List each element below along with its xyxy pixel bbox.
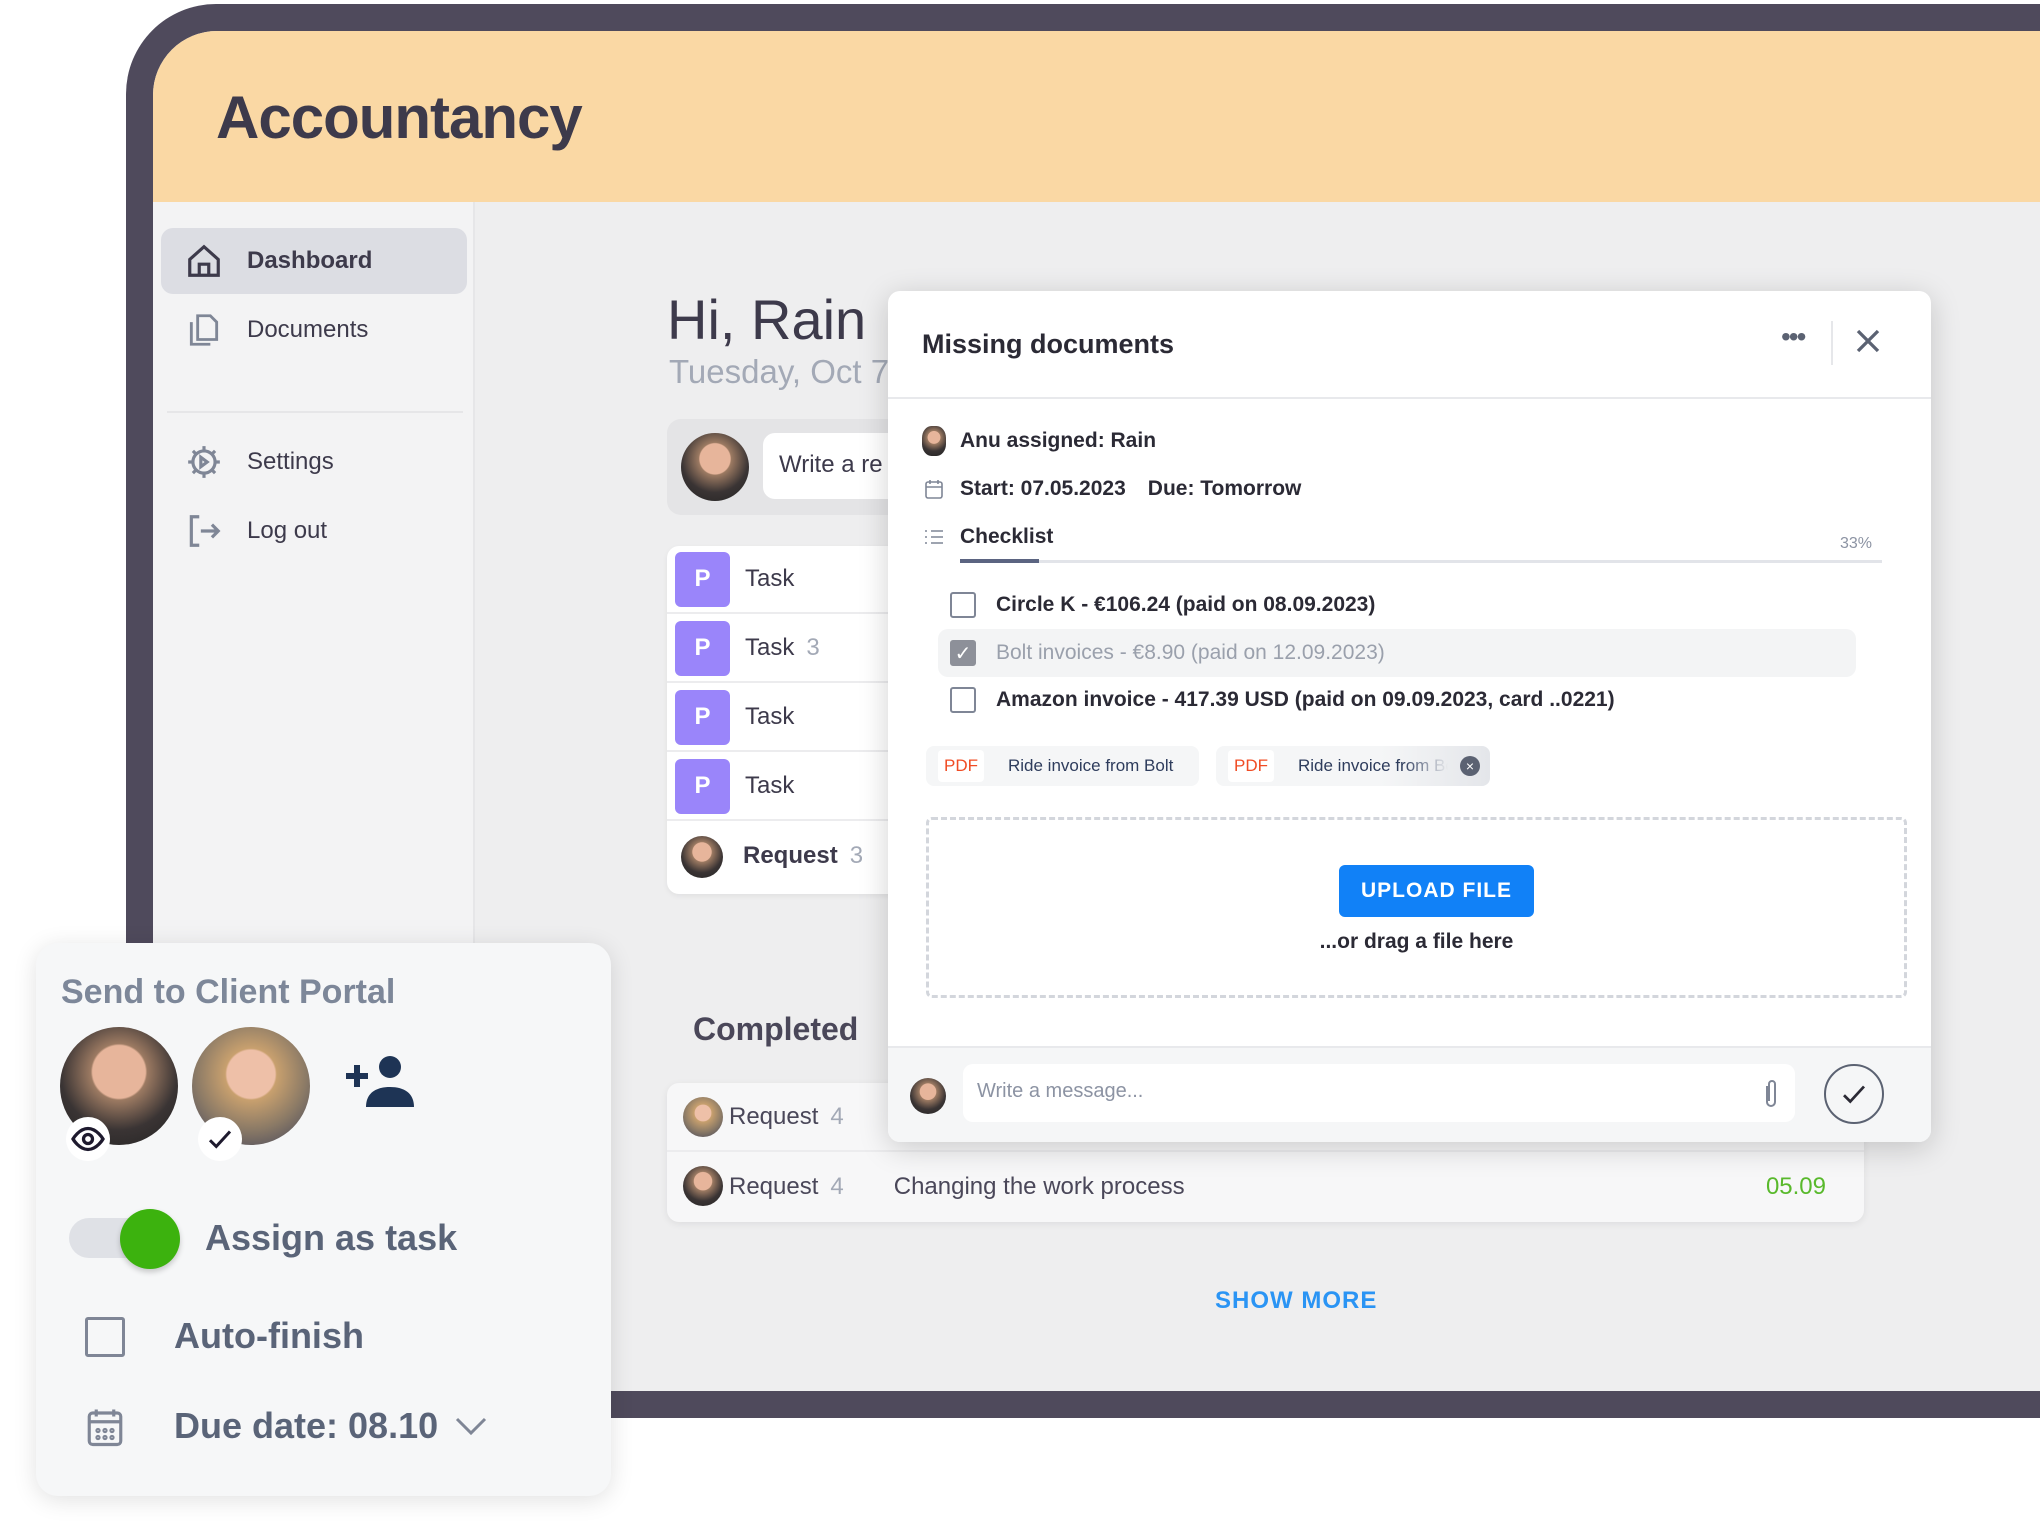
due-date: Due: Tomorrow — [1147, 477, 1302, 500]
header-divider — [1831, 321, 1833, 365]
greeting: Hi, Rain — [667, 288, 867, 351]
checklist-item-text: Circle K - €106.24 (paid on 08.09.2023) — [996, 593, 1376, 616]
check-icon — [198, 1117, 242, 1161]
more-options-icon[interactable]: ••• — [1781, 321, 1806, 353]
sidebar-item-logout[interactable]: Log out — [161, 498, 467, 564]
missing-documents-modal: Missing documents ••• Anu assigned: Rain… — [888, 291, 1931, 1142]
home-icon — [188, 244, 220, 277]
current-date: Tuesday, Oct 7 — [669, 353, 890, 390]
complete-button[interactable] — [1824, 1064, 1884, 1124]
request-count: 4 — [830, 1172, 844, 1200]
app-title: Accountancy — [216, 84, 583, 151]
upload-file-button[interactable]: UPLOAD FILE — [1339, 865, 1534, 917]
checklist-item-text: Amazon invoice - 417.39 USD (paid on 09.… — [996, 688, 1615, 711]
avatar — [683, 1097, 723, 1137]
message-placeholder: Write a message... — [977, 1080, 1144, 1102]
checklist-item-text: Bolt invoices - €8.90 (paid on 12.09.202… — [996, 641, 1385, 664]
close-icon[interactable] — [1848, 321, 1888, 361]
project-badge: P — [675, 689, 730, 745]
pdf-label: PDF — [938, 750, 984, 782]
avatar — [681, 433, 749, 501]
modal-divider — [888, 397, 1931, 399]
attachment-name: Ride invoice from Bolt — [1008, 756, 1174, 775]
checklist-icon — [925, 530, 943, 544]
client-portal-panel: Send to Client Portal Assign as task Aut… — [36, 943, 611, 1496]
sidebar-item-settings[interactable]: Settings — [161, 429, 467, 495]
task-count: 3 — [806, 634, 820, 661]
dates-info: Start: 07.05.2023 Due: Tomorrow — [922, 476, 1301, 502]
request-count: 3 — [849, 842, 864, 869]
logout-icon — [189, 515, 221, 547]
checkbox[interactable] — [950, 592, 976, 618]
attachment-chip[interactable]: PDF Ride invoice from Bolt — [926, 746, 1199, 786]
auto-finish-checkbox[interactable] — [85, 1317, 125, 1357]
avatar — [910, 1078, 946, 1114]
assigner-avatar — [922, 426, 946, 456]
request-label: Request — [729, 1172, 819, 1200]
checklist-progress-text: 33% — [1840, 535, 1873, 552]
pdf-label: PDF — [1228, 750, 1274, 782]
assignment-info: Anu assigned: Rain — [922, 426, 1156, 456]
add-person-icon[interactable] — [346, 1055, 416, 1107]
checklist-label: Checklist — [960, 525, 1054, 548]
checkbox[interactable] — [950, 687, 976, 713]
calendar-icon — [925, 480, 943, 499]
task-label: Task — [745, 634, 795, 661]
drag-hint: ...or drag a file here — [1319, 930, 1514, 953]
completed-row[interactable]: Request 4 Changing the work process 05.09 — [667, 1152, 1864, 1221]
show-more-button[interactable]: SHOW MORE — [1215, 1287, 1377, 1315]
request-label: Request — [729, 1102, 819, 1130]
task-label: Task — [745, 703, 795, 730]
sidebar-item-label: Settings — [247, 448, 334, 475]
due-date-select[interactable]: Due date: 08.10 — [174, 1405, 438, 1447]
checkbox-checked[interactable]: ✓ — [950, 640, 976, 666]
request-date: 05.09 — [1765, 1172, 1826, 1200]
auto-finish-label: Auto-finish — [174, 1315, 364, 1356]
gear-icon — [188, 446, 220, 478]
assign-task-label: Assign as task — [205, 1217, 458, 1258]
completed-heading[interactable]: Completed — [693, 1011, 858, 1048]
modal-title: Missing documents — [922, 329, 1175, 359]
request-title: Changing the work process — [893, 1172, 1185, 1200]
checklist-progress-bar — [960, 559, 1882, 563]
file-dropzone[interactable]: UPLOAD FILE ...or drag a file here — [926, 817, 1907, 998]
task-label: Task — [745, 772, 795, 799]
project-badge: P — [675, 758, 730, 814]
paperclip-icon[interactable] — [1759, 1078, 1783, 1110]
progress-fill — [960, 559, 1039, 563]
assigned-text: Anu assigned: Rain — [960, 429, 1157, 452]
remove-attachment-icon[interactable]: × — [1460, 756, 1480, 776]
toggle-knob[interactable] — [120, 1209, 180, 1269]
app-header: Accountancy — [153, 31, 2040, 202]
documents-icon — [189, 314, 219, 346]
sidebar-divider — [167, 411, 463, 413]
check-icon — [1843, 1085, 1866, 1104]
request-count: 4 — [830, 1102, 844, 1130]
avatar — [681, 836, 723, 878]
start-date: Start: 07.05.2023 — [960, 477, 1126, 500]
message-footer: Write a message... — [888, 1046, 1931, 1142]
panel-title: Send to Client Portal — [61, 973, 396, 1011]
request-label: Request — [743, 842, 838, 869]
checklist-item[interactable]: ✓ Bolt invoices - €8.90 (paid on 12.09.20… — [938, 629, 1856, 677]
calendar-icon — [87, 1409, 123, 1447]
chevron-down-icon[interactable] — [454, 1415, 488, 1437]
sidebar-item-label: Documents — [247, 316, 369, 343]
task-label: Task — [745, 565, 795, 592]
sidebar-item-label: Dashboard — [247, 247, 373, 274]
sidebar-item-dashboard[interactable]: Dashboard — [161, 228, 467, 294]
sidebar-item-documents[interactable]: Documents — [161, 297, 467, 363]
attachment-name: Ride invoice from Bolt — [1298, 756, 1448, 775]
eye-icon — [66, 1117, 110, 1161]
project-badge: P — [675, 551, 730, 607]
checklist-header: Checklist — [922, 524, 1053, 550]
project-badge: P — [675, 620, 730, 676]
message-input[interactable]: Write a message... — [963, 1064, 1795, 1122]
avatar — [683, 1166, 723, 1206]
sidebar-item-label: Log out — [247, 517, 328, 544]
checklist-item[interactable]: Amazon invoice - 417.39 USD (paid on 09.… — [938, 676, 1856, 724]
attachment-chip[interactable]: PDF Ride invoice from Bolt × — [1216, 746, 1490, 786]
checklist-item[interactable]: Circle K - €106.24 (paid on 08.09.2023) — [938, 581, 1856, 629]
